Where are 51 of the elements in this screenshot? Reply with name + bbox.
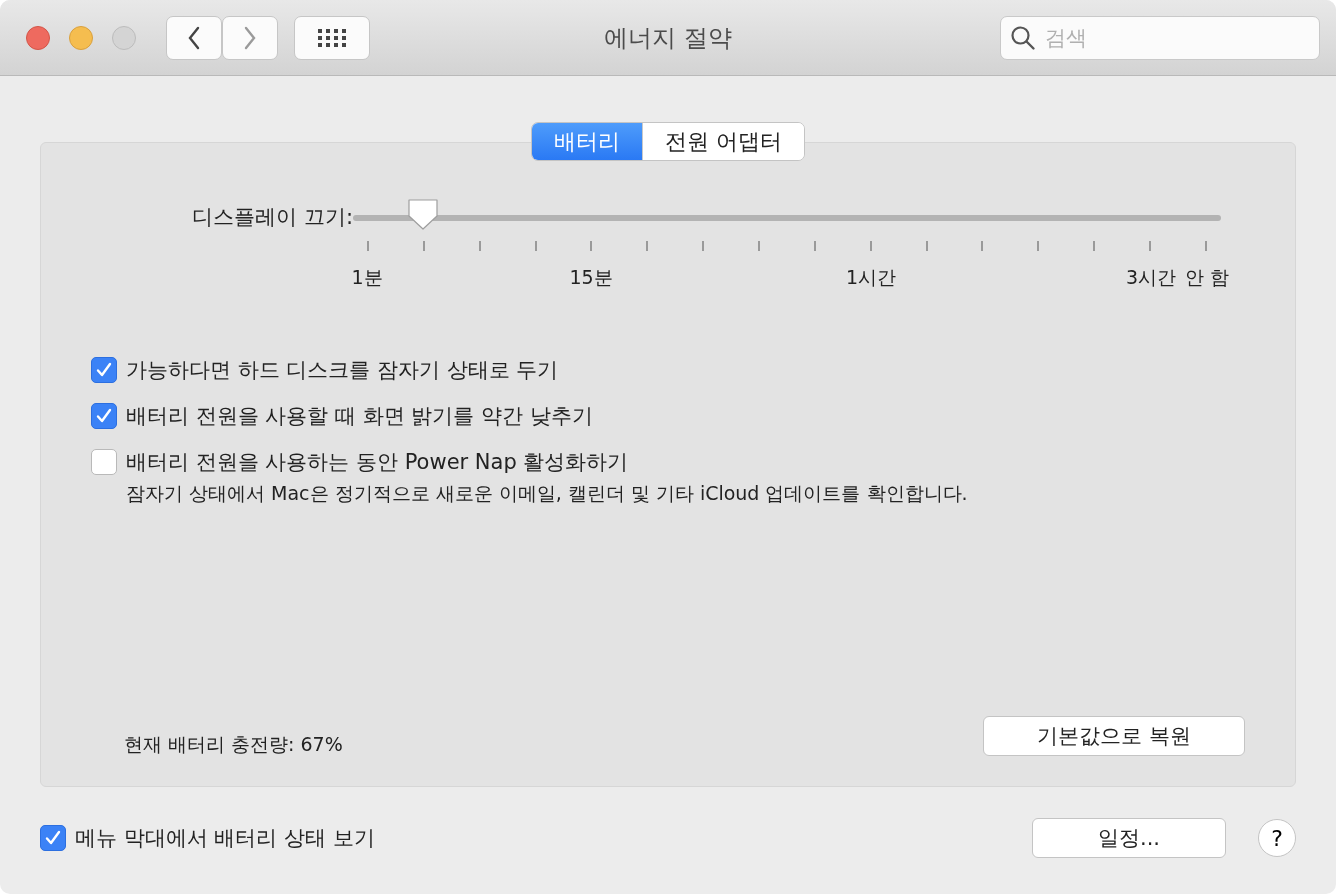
minimize-button[interactable] bbox=[69, 25, 93, 50]
help-button[interactable]: ? bbox=[1258, 819, 1296, 857]
tick-mark bbox=[590, 241, 593, 251]
chevron-left-icon bbox=[187, 25, 201, 50]
chevron-right-icon bbox=[243, 25, 257, 50]
tick-mark bbox=[1037, 241, 1040, 251]
option-description: 잠자기 상태에서 Mac은 정기적으로 새로운 이메일, 캘린더 및 기타 iCloud 업데이트를 확인합니다. bbox=[126, 481, 969, 506]
tick-mark bbox=[925, 241, 928, 251]
tick-mark bbox=[702, 241, 705, 251]
window-title: 에너지 절약 bbox=[604, 22, 732, 54]
tick-mark bbox=[1149, 241, 1152, 251]
checkmark-icon bbox=[95, 361, 113, 379]
tick-mark bbox=[981, 241, 984, 251]
tick-mark bbox=[534, 241, 537, 251]
back-button[interactable] bbox=[166, 15, 222, 60]
tab[interactable]: 전원 어댑터 bbox=[642, 123, 804, 160]
search-icon bbox=[1010, 24, 1036, 51]
checkbox[interactable] bbox=[40, 825, 66, 851]
close-button[interactable] bbox=[26, 25, 50, 50]
tick-label: 안 함 bbox=[1184, 265, 1229, 290]
option-label: 가능하다면 하드 디스크를 잠자기 상태로 두기 bbox=[126, 357, 559, 384]
tick-mark bbox=[813, 241, 816, 251]
slider-thumb[interactable] bbox=[406, 197, 440, 231]
checkbox[interactable] bbox=[91, 449, 117, 475]
tick-mark bbox=[758, 241, 760, 251]
tick-label: 1분 bbox=[351, 265, 383, 290]
schedule-button[interactable]: 일정... bbox=[1032, 818, 1226, 858]
checkmark-icon bbox=[95, 407, 113, 425]
search-field[interactable]: 검색 bbox=[1000, 15, 1320, 60]
grid-icon bbox=[318, 28, 346, 47]
tick-label: 3시간 bbox=[1125, 265, 1177, 290]
option-label: 배터리 전원을 사용할 때 화면 밝기를 약간 낮추기 bbox=[126, 403, 593, 430]
checkbox[interactable] bbox=[91, 357, 117, 383]
tick-mark bbox=[1204, 241, 1207, 251]
battery-charge-text: 현재 배터리 충전량: 67% bbox=[124, 732, 343, 757]
slider-label: 디스플레이 끄기: bbox=[191, 204, 353, 231]
show-all-button[interactable] bbox=[294, 15, 370, 60]
tick-mark bbox=[646, 241, 649, 251]
tick-mark bbox=[422, 241, 425, 251]
option-label: 메뉴 막대에서 배터리 상태 보기 bbox=[75, 825, 375, 852]
tick-mark bbox=[367, 241, 369, 251]
tick-label: 1시간 bbox=[845, 265, 897, 290]
tick-mark bbox=[869, 241, 872, 251]
slider-track[interactable] bbox=[353, 197, 1221, 231]
checkbox[interactable] bbox=[91, 403, 117, 429]
tick-mark bbox=[1093, 241, 1096, 251]
checkmark-icon bbox=[44, 829, 62, 847]
tick-mark bbox=[478, 241, 481, 251]
restore-defaults-button[interactable]: 기본값으로 복원 bbox=[983, 716, 1245, 756]
option-label: 배터리 전원을 사용하는 동안 Power Nap 활성화하기 bbox=[126, 449, 629, 476]
tick-label: 15분 bbox=[569, 265, 613, 290]
